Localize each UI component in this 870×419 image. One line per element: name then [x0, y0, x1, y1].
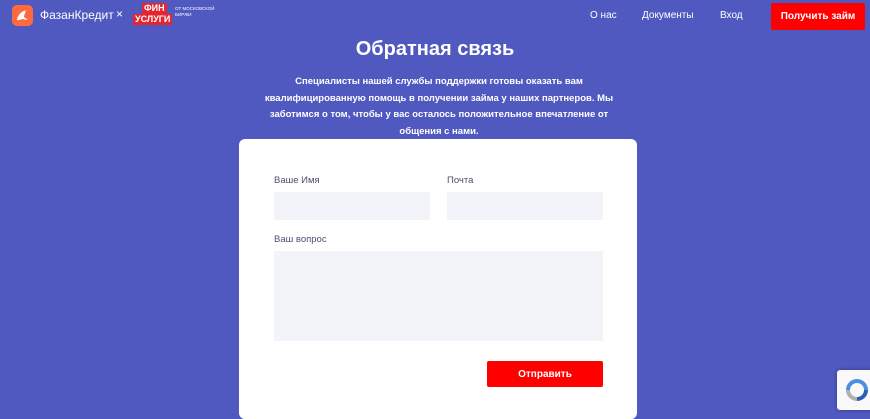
submit-button[interactable]: Отправить: [487, 361, 603, 387]
name-input[interactable]: [274, 192, 430, 220]
pheasant-logo-icon[interactable]: [12, 5, 33, 26]
get-loan-button[interactable]: Получить займ: [771, 3, 865, 30]
question-textarea[interactable]: [274, 251, 603, 341]
nav-link-about[interactable]: О нас: [590, 10, 617, 21]
finuslugi-logo: ФИН УСЛУГИ: [133, 3, 173, 26]
name-label: Ваше Имя: [274, 175, 320, 186]
recaptcha-badge[interactable]: [837, 370, 870, 410]
partner-separator: ×: [116, 7, 124, 21]
feedback-form-card: Ваше Имя Почта Ваш вопрос Отправить: [239, 139, 637, 419]
finuslugi-subtitle: ОТ МОСКОВСКОЙ БИРЖИ: [175, 6, 215, 17]
email-input[interactable]: [447, 192, 603, 220]
question-label: Ваш вопрос: [274, 234, 327, 245]
page-title: Обратная связь: [355, 38, 515, 60]
page-description: Специалисты нашей службы поддержки готов…: [264, 76, 614, 137]
email-label: Почта: [447, 175, 474, 186]
nav-link-login[interactable]: Вход: [720, 10, 743, 21]
finuslugi-logo-line2: УСЛУГИ: [133, 14, 173, 25]
nav-link-documents[interactable]: Документы: [642, 10, 694, 21]
header: ФазанКредит × ФИН УСЛУГИ ОТ МОСКОВСКОЙ Б…: [0, 0, 870, 32]
brand-name[interactable]: ФазанКредит: [40, 8, 114, 22]
recaptcha-icon: [846, 379, 868, 401]
finuslugi-logo-line1: ФИН: [142, 3, 167, 14]
